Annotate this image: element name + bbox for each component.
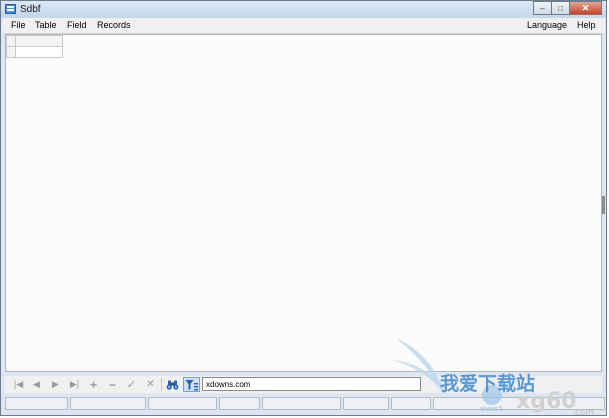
menu-records[interactable]: Records — [97, 20, 131, 30]
find-button[interactable] — [164, 377, 181, 392]
status-panel — [219, 397, 260, 410]
maximize-button[interactable]: □ — [551, 1, 570, 15]
window-title: Sdbf — [20, 4, 41, 15]
post-edit-button[interactable]: ✓ — [123, 377, 140, 392]
cancel-edit-icon: ✕ — [146, 379, 155, 390]
status-panel — [148, 397, 217, 410]
status-panel — [262, 397, 341, 410]
filter-button[interactable] — [183, 377, 200, 392]
data-grid-area[interactable] — [5, 34, 605, 372]
app-window: Sdbf – □ ✕ File Table Field Records Lang… — [0, 0, 607, 416]
filter-icon — [185, 379, 198, 390]
menu-language[interactable]: Language — [527, 20, 567, 30]
grid-cell[interactable] — [15, 46, 63, 58]
status-bar — [5, 397, 605, 411]
menu-bar: File Table Field Records Language Help — [2, 18, 605, 34]
prev-record-icon: ◀ — [33, 379, 40, 389]
minimize-button[interactable]: – — [533, 1, 552, 15]
add-record-icon: + — [89, 377, 97, 392]
last-record-icon: ▶| — [69, 379, 80, 389]
minimize-icon: – — [540, 3, 545, 13]
close-button[interactable]: ✕ — [569, 1, 602, 15]
next-record-button[interactable]: ▶ — [47, 377, 64, 392]
title-bar[interactable]: Sdbf – □ ✕ — [1, 1, 606, 18]
menu-table[interactable]: Table — [35, 20, 57, 30]
prev-record-button[interactable]: ◀ — [28, 377, 45, 392]
next-record-icon: ▶ — [52, 379, 59, 389]
first-record-icon: |◀ — [13, 379, 24, 389]
first-record-button[interactable]: |◀ — [10, 377, 27, 392]
scrollbar-thumb[interactable] — [602, 196, 605, 214]
add-record-button[interactable]: + — [85, 377, 102, 392]
cancel-edit-button[interactable]: ✕ — [142, 377, 159, 392]
search-input[interactable] — [202, 377, 421, 391]
menu-file[interactable]: File — [11, 20, 26, 30]
menu-field[interactable]: Field — [67, 20, 87, 30]
last-record-button[interactable]: ▶| — [66, 377, 83, 392]
toolbar-separator — [161, 378, 162, 391]
window-controls: – □ ✕ — [533, 1, 602, 16]
maximize-icon: □ — [558, 3, 563, 13]
close-icon: ✕ — [581, 2, 590, 13]
status-panel — [391, 397, 431, 410]
status-panel — [70, 397, 146, 410]
navigation-toolbar: |◀ ◀ ▶ ▶| + − ✓ ✕ — [5, 376, 602, 393]
binoculars-icon — [166, 380, 179, 390]
status-panel — [343, 397, 389, 410]
menu-help[interactable]: Help — [577, 20, 596, 30]
post-edit-icon: ✓ — [126, 379, 137, 391]
app-icon — [5, 4, 16, 14]
status-panel — [433, 397, 605, 410]
delete-record-icon: − — [108, 377, 116, 392]
delete-record-button[interactable]: − — [104, 377, 121, 392]
status-panel — [5, 397, 68, 410]
